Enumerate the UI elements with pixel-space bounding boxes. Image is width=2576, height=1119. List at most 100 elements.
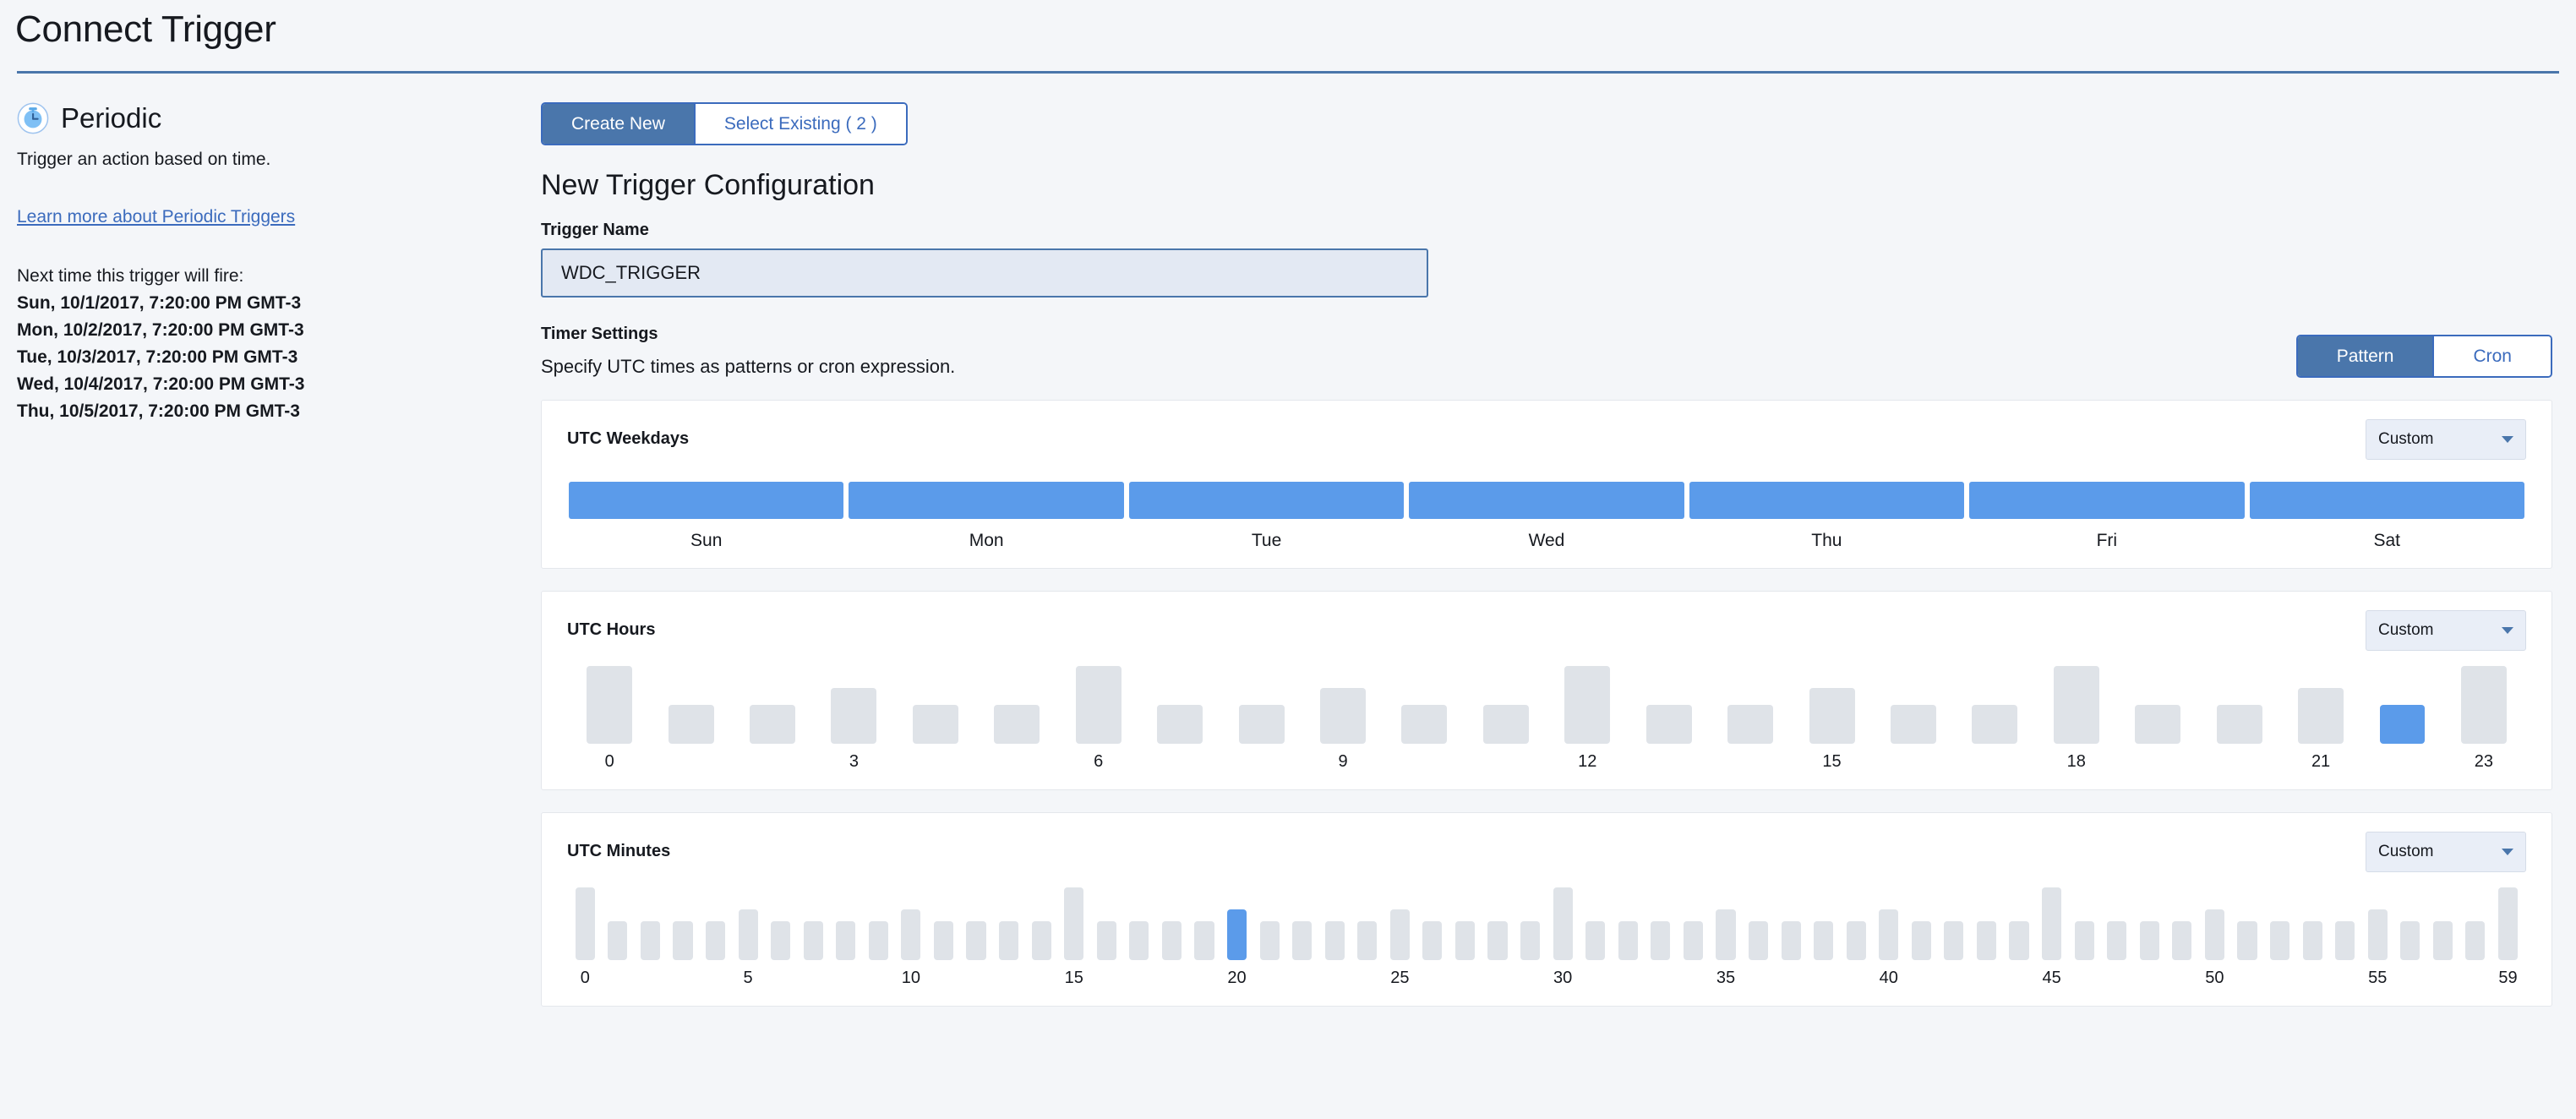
hour-bar[interactable] — [1564, 666, 1611, 745]
utc-hours-dropdown[interactable]: Custom — [2366, 610, 2526, 652]
minute-bar[interactable] — [836, 921, 856, 961]
minute-bar[interactable] — [1096, 921, 1116, 961]
minute-bar[interactable] — [1487, 921, 1508, 961]
toggle-cron[interactable]: Cron — [2432, 336, 2551, 377]
minute-bar[interactable] — [1064, 887, 1084, 961]
minute-bar[interactable] — [2367, 909, 2388, 961]
minute-bar[interactable] — [2107, 921, 2127, 961]
hour-bar[interactable] — [1809, 688, 1855, 745]
minute-bar[interactable] — [999, 921, 1019, 961]
minute-bar[interactable] — [2497, 887, 2519, 961]
minute-bar[interactable] — [966, 921, 986, 961]
hour-bar[interactable] — [587, 666, 633, 745]
minute-bar[interactable] — [2172, 921, 2192, 961]
hour-bar[interactable] — [2379, 705, 2426, 745]
hour-bar[interactable] — [1972, 705, 2018, 745]
weekday-bar[interactable] — [1969, 482, 2245, 520]
minute-bar[interactable] — [1585, 921, 1606, 961]
weekday-bar[interactable] — [1409, 482, 1684, 520]
minute-bar[interactable] — [1031, 921, 1051, 961]
utc-weekdays-dropdown[interactable]: Custom — [2366, 419, 2526, 461]
minute-bar[interactable] — [1651, 921, 1671, 961]
hour-bar[interactable] — [1238, 705, 1285, 745]
minute-bar[interactable] — [640, 921, 660, 961]
minute-bar[interactable] — [1259, 921, 1280, 961]
hour-bar[interactable] — [2135, 705, 2181, 745]
minute-bar[interactable] — [2139, 921, 2159, 961]
minute-bar[interactable] — [2042, 887, 2062, 961]
minute-bar[interactable] — [803, 921, 823, 961]
hour-bar[interactable] — [1727, 705, 1774, 745]
tab-create-new[interactable]: Create New — [543, 104, 694, 145]
minute-bar[interactable] — [2269, 921, 2290, 961]
minute-bar[interactable] — [901, 909, 921, 961]
minute-bar[interactable] — [1716, 909, 1736, 961]
tab-select-existing[interactable]: Select Existing ( 2 ) — [693, 104, 906, 145]
toggle-pattern[interactable]: Pattern — [2297, 336, 2433, 377]
hour-bar[interactable] — [1482, 705, 1529, 745]
minute-bar[interactable] — [1976, 921, 1997, 961]
minute-bar[interactable] — [575, 887, 595, 961]
minute-bar[interactable] — [705, 921, 726, 961]
trigger-name-input[interactable] — [541, 248, 1428, 298]
hour-bar[interactable] — [994, 705, 1040, 745]
hour-bar[interactable] — [912, 705, 958, 745]
minute-bar[interactable] — [1161, 921, 1182, 961]
minute-bar[interactable] — [2237, 921, 2257, 961]
minute-bar[interactable] — [2432, 921, 2453, 961]
minute-bar[interactable] — [2009, 921, 2029, 961]
weekday-bar[interactable] — [569, 482, 844, 520]
hour-bar[interactable] — [2298, 688, 2344, 745]
minute-bar[interactable] — [1911, 921, 1931, 961]
hour-bar[interactable] — [1645, 705, 1692, 745]
minute-bar[interactable] — [2465, 921, 2486, 961]
minute-bar[interactable] — [1814, 921, 1834, 961]
minute-bar[interactable] — [2074, 921, 2094, 961]
minute-bar[interactable] — [2204, 909, 2224, 961]
hour-bar[interactable] — [668, 705, 714, 745]
minute-bar[interactable] — [1324, 921, 1345, 961]
minute-bar[interactable] — [1748, 921, 1769, 961]
weekday-bar[interactable] — [1689, 482, 1965, 520]
hour-bar[interactable] — [750, 705, 796, 745]
minute-bar[interactable] — [1944, 921, 1964, 961]
hour-bar[interactable] — [1157, 705, 1203, 745]
minute-bar[interactable] — [1389, 909, 1410, 961]
minute-bar[interactable] — [738, 909, 758, 961]
hour-bar[interactable] — [2460, 666, 2507, 745]
minute-bar[interactable] — [1553, 887, 1573, 961]
minute-bar[interactable] — [771, 921, 791, 961]
minute-bar[interactable] — [2335, 921, 2355, 961]
hour-bar[interactable] — [1320, 688, 1366, 745]
minute-bar[interactable] — [608, 921, 628, 961]
hour-bar[interactable] — [1401, 705, 1448, 745]
utc-minutes-dropdown[interactable]: Custom — [2366, 832, 2526, 873]
minute-bar[interactable] — [1357, 921, 1378, 961]
hour-bar[interactable] — [1890, 705, 1936, 745]
minute-bar[interactable] — [1226, 909, 1247, 961]
hour-bar[interactable] — [2216, 705, 2262, 745]
minute-bar[interactable] — [1879, 909, 1899, 961]
minute-bar[interactable] — [933, 921, 954, 961]
minute-bar[interactable] — [1422, 921, 1443, 961]
minute-bar[interactable] — [1683, 921, 1703, 961]
minute-bar[interactable] — [1781, 921, 1801, 961]
learn-more-link[interactable]: Learn more about Periodic Triggers — [17, 207, 295, 227]
minute-bar[interactable] — [2302, 921, 2322, 961]
minute-bar[interactable] — [673, 921, 693, 961]
hour-bar[interactable] — [831, 688, 877, 745]
minute-bar[interactable] — [1846, 921, 1866, 961]
minute-bar[interactable] — [2400, 921, 2420, 961]
hour-bar[interactable] — [1075, 666, 1122, 745]
weekday-bar[interactable] — [1128, 482, 1405, 520]
minute-bar[interactable] — [1618, 921, 1638, 961]
weekday-bar[interactable] — [2249, 482, 2524, 520]
hour-bar[interactable] — [2053, 666, 2099, 745]
minute-bar[interactable] — [1520, 921, 1541, 961]
minute-bar[interactable] — [1129, 921, 1149, 961]
minute-bar[interactable] — [1194, 921, 1214, 961]
minute-bar[interactable] — [1454, 921, 1476, 961]
weekday-bar[interactable] — [849, 482, 1124, 520]
minute-bar[interactable] — [1292, 921, 1313, 961]
minute-bar[interactable] — [868, 921, 888, 961]
